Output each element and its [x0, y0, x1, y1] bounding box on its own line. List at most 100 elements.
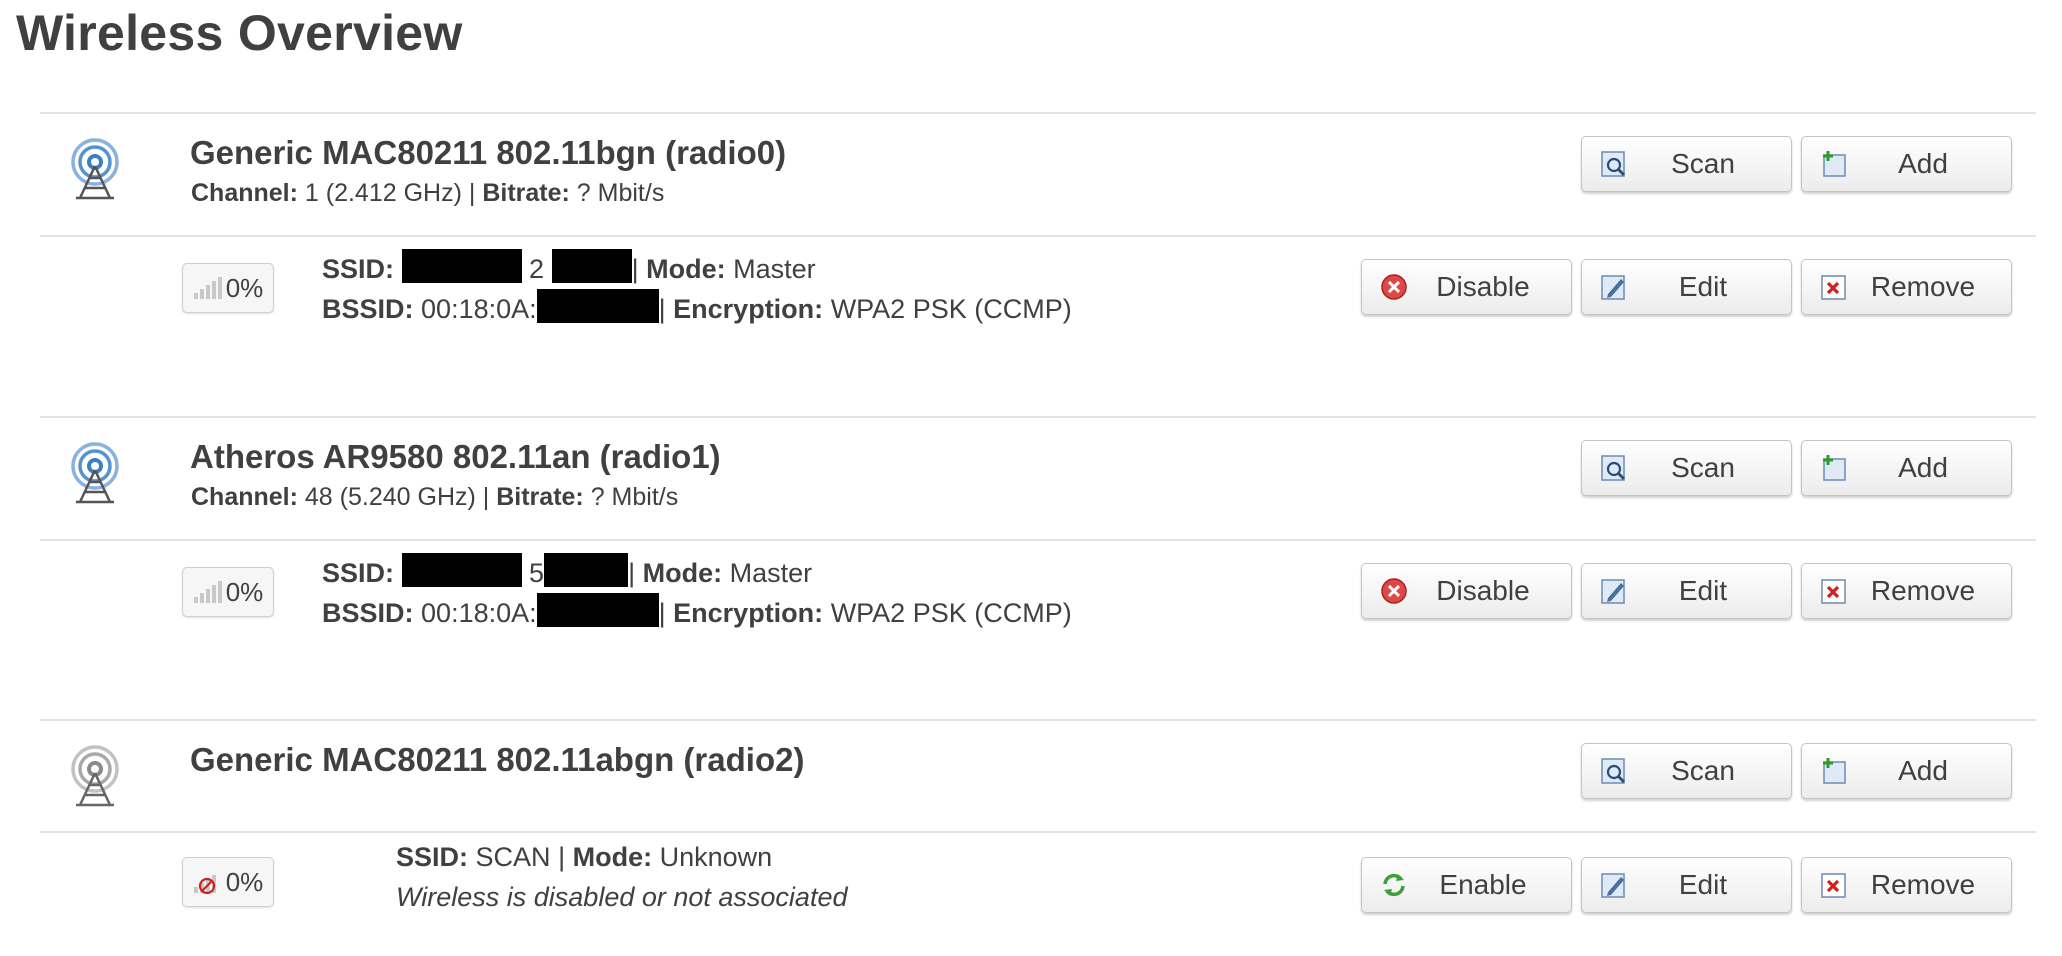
scan-icon — [1601, 758, 1625, 784]
scan-button[interactable]: Scan — [1581, 136, 1792, 192]
radio-name: Generic MAC80211 802.11bgn (radio0) — [190, 134, 787, 171]
remove-button[interactable]: Remove — [1801, 259, 2012, 315]
refresh-icon — [1383, 873, 1405, 897]
ssid-label: SSID: — [322, 558, 395, 588]
redacted-block — [544, 553, 629, 587]
bssid-line: BSSID: 00:18:0A: | Encryption: WPA2 PSK (… — [322, 289, 1072, 329]
ssid-fragment: 2 — [529, 254, 545, 284]
bitrate-value: ? Mbit/s — [590, 483, 679, 511]
radio-section-radio0: Generic MAC80211 802.11bgn (radio0) Chan… — [40, 112, 2036, 387]
scan-button[interactable]: Scan — [1581, 743, 1792, 799]
wifi-radio-icon — [60, 136, 130, 206]
disable-label: Disable — [1436, 575, 1530, 606]
disable-label: Disable — [1436, 271, 1530, 302]
remove-button[interactable]: Remove — [1801, 857, 2012, 913]
add-label: Add — [1898, 755, 1948, 786]
network-row: 0% SSID: 5 | Mode: Master BSSID: 00:18:0A… — [40, 539, 2036, 691]
signal-percent: 0% — [225, 576, 264, 607]
channel-value: 48 (5.240 GHz) — [304, 483, 476, 511]
ssid-label: SSID: — [322, 254, 395, 284]
redacted-block — [536, 593, 659, 627]
remove-button[interactable]: Remove — [1801, 563, 2012, 619]
separator: | — [558, 842, 566, 872]
bitrate-label: Bitrate: — [482, 179, 570, 207]
scan-label: Scan — [1671, 755, 1735, 786]
edit-icon — [1601, 275, 1625, 300]
mode-label: Mode: — [572, 842, 653, 872]
disable-icon — [1381, 274, 1407, 300]
ssid-label: SSID: — [396, 842, 469, 872]
bitrate-value: ? Mbit/s — [576, 179, 665, 207]
mode-value: Master — [733, 254, 816, 284]
bssid-label: BSSID: — [322, 294, 414, 324]
disable-button[interactable]: Disable — [1361, 563, 1572, 619]
encryption-label: Encryption: — [673, 294, 824, 324]
encryption-value: WPA2 PSK (CCMP) — [830, 598, 1072, 628]
radio-header: Generic MAC80211 802.11bgn (radio0) Chan… — [40, 112, 2036, 235]
encryption-value: WPA2 PSK (CCMP) — [830, 294, 1072, 324]
add-button[interactable]: Add — [1801, 136, 2012, 192]
add-label: Add — [1898, 148, 1948, 179]
remove-icon — [1821, 579, 1846, 604]
add-label: Add — [1898, 452, 1948, 483]
edit-button[interactable]: Edit — [1581, 563, 1792, 619]
radio-header: Atheros AR9580 802.11an (radio1) Channel… — [40, 416, 2036, 539]
signal-percent: 0% — [225, 866, 264, 897]
edit-icon — [1601, 579, 1625, 604]
scan-icon — [1601, 455, 1625, 481]
redacted-block — [536, 289, 659, 323]
bssid-label: BSSID: — [322, 598, 414, 628]
separator: | — [468, 179, 476, 207]
edit-label: Edit — [1678, 575, 1728, 606]
bssid-prefix: 00:18:0A: — [421, 598, 537, 628]
radio-section-radio2: Generic MAC80211 802.11abgn (radio2) Sca… — [40, 719, 2036, 953]
radio-channel-info: Channel: 1 (2.412 GHz) | Bitrate: ? Mbit… — [191, 179, 664, 208]
edit-button[interactable]: Edit — [1581, 857, 1792, 913]
add-button[interactable]: Add — [1801, 743, 2012, 799]
separator: | — [628, 558, 636, 588]
network-info: SSID: SCAN | Mode: Unknown Wireless is d… — [396, 837, 847, 917]
mode-value: Unknown — [659, 842, 773, 872]
separator: | — [482, 483, 490, 511]
radio-name: Atheros AR9580 802.11an (radio1) — [190, 438, 721, 475]
scan-button[interactable]: Scan — [1581, 440, 1792, 496]
add-icon — [1823, 455, 1846, 481]
edit-icon — [1601, 873, 1625, 898]
radio-section-radio1: Atheros AR9580 802.11an (radio1) Channel… — [40, 416, 2036, 691]
scan-label: Scan — [1671, 452, 1735, 483]
ssid-fragment: 5 — [529, 558, 545, 588]
signal-badge: 0% — [182, 263, 274, 313]
add-button[interactable]: Add — [1801, 440, 2012, 496]
redacted-block — [401, 249, 522, 283]
remove-label: Remove — [1870, 869, 1976, 900]
mode-label: Mode: — [642, 558, 723, 588]
page-title: Wireless Overview — [16, 5, 463, 61]
edit-button[interactable]: Edit — [1581, 259, 1792, 315]
disable-icon — [1381, 578, 1407, 604]
scan-icon — [1601, 151, 1625, 177]
wifi-radio-icon — [60, 440, 130, 510]
remove-label: Remove — [1870, 575, 1976, 606]
remove-label: Remove — [1870, 271, 1976, 302]
channel-label: Channel: — [191, 483, 298, 511]
add-icon — [1823, 758, 1846, 784]
enable-label: Enable — [1439, 869, 1527, 900]
signal-percent: 0% — [225, 272, 264, 303]
radio-name: Generic MAC80211 802.11abgn (radio2) — [190, 741, 805, 778]
bssid-line: BSSID: 00:18:0A: | Encryption: WPA2 PSK (… — [322, 593, 1072, 633]
separator: | — [658, 294, 666, 324]
network-row: 0% SSID: SCAN | Mode: Unknown Wireless i… — [40, 831, 2036, 953]
radio-channel-info: Channel: 48 (5.240 GHz) | Bitrate: ? Mbi… — [191, 483, 678, 512]
enable-button[interactable]: Enable — [1361, 857, 1572, 913]
add-icon — [1823, 151, 1846, 177]
network-info: SSID: 2 | Mode: Master BSSID: 00:18:0A: |… — [322, 249, 1072, 329]
remove-icon — [1821, 873, 1846, 898]
network-row: 0% SSID: 2 | Mode: Master BSSID: 00:18:0… — [40, 235, 2036, 387]
wireless-overview-page: Wireless Overview Generic MAC80211 802.1… — [0, 0, 2062, 956]
edit-label: Edit — [1678, 271, 1728, 302]
disable-button[interactable]: Disable — [1361, 259, 1572, 315]
encryption-label: Encryption: — [673, 598, 824, 628]
redacted-block — [401, 553, 522, 587]
wifi-radio-icon-disabled — [60, 743, 130, 813]
signal-badge: 0% — [182, 857, 274, 907]
